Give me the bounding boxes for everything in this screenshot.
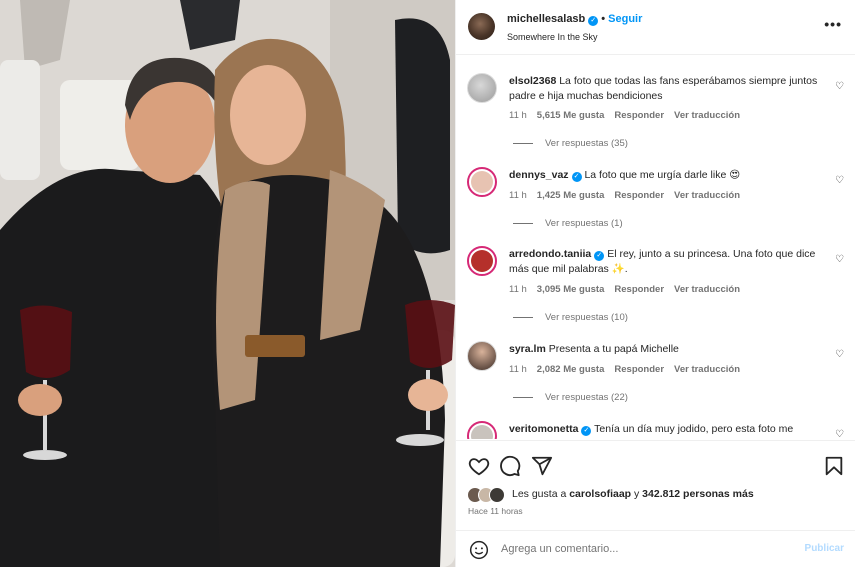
comment-meta: 11 h 2,082 Me gusta Responder Ver traducció… (509, 364, 750, 375)
comment-time: 11 h (509, 284, 527, 295)
replies-label: Ver respuestas (10) (545, 312, 628, 323)
like-heart-icon[interactable]: ♡ (835, 254, 844, 265)
comment-avatar[interactable] (467, 246, 497, 276)
translate-button[interactable]: Ver traducción (674, 364, 740, 375)
comment-username[interactable]: elsol2368 (509, 75, 556, 87)
comment-text: Presenta a tu papá Michelle (548, 343, 679, 355)
avatar[interactable] (468, 13, 495, 40)
reply-button[interactable]: Responder (614, 364, 664, 375)
reply-button[interactable]: Responder (614, 284, 664, 295)
comment-icon[interactable] (499, 455, 521, 477)
post-photo-illustration (0, 0, 455, 567)
view-replies-button[interactable]: Ver respuestas (1) (513, 218, 623, 229)
replies-line (513, 316, 533, 318)
view-replies-button[interactable]: Ver respuestas (22) (513, 392, 628, 403)
follow-button[interactable]: Seguir (608, 13, 642, 25)
likes-middle: y (631, 488, 643, 500)
comment-text: La foto que todas las fans esperábamos s… (509, 75, 818, 102)
comment-meta: 11 h 3,095 Me gusta Responder Ver traducció… (509, 284, 750, 295)
like-heart-icon[interactable]: ♡ (835, 429, 844, 439)
translate-button[interactable]: Ver traducción (674, 284, 740, 295)
replies-label: Ver respuestas (35) (545, 138, 628, 149)
verified-icon: ✓ (581, 426, 592, 436)
comment-likes[interactable]: 3,095 Me gusta (537, 284, 605, 295)
replies-label: Ver respuestas (1) (545, 218, 623, 229)
likes-summary[interactable]: Les gusta a carolsofiaap y 342.812 perso… (512, 488, 754, 500)
comment-body: dennys_vaz ✓ La foto que me urgía darle l… (509, 168, 829, 183)
likes-user[interactable]: carolsofiaap (569, 488, 631, 500)
post-header: michellesalasb ✓ • Seguir Somewhere In the … (456, 0, 855, 55)
more-options-icon[interactable]: ••• (824, 16, 842, 32)
post-photo[interactable] (0, 0, 455, 567)
comment-text: La foto que me urgía darle like 😍 (584, 169, 741, 181)
comment-body: syra.lm Presenta a tu papá Michelle (509, 342, 829, 357)
separator-dot: • (601, 13, 606, 25)
post-actions: Les gusta a carolsofiaap y 342.812 perso… (456, 440, 855, 536)
comment-time: 11 h (509, 110, 527, 121)
comment-avatar[interactable] (467, 421, 497, 439)
comments-list[interactable]: elsol2368 La foto que todas las fans esp… (456, 56, 855, 439)
replies-line (513, 142, 533, 144)
comment-body: veritomonetta ✓ Tenía un día muy jodido, … (509, 422, 829, 437)
comment-body: arredondo.taniia ✓ El rey, junto a su pri… (509, 247, 829, 277)
comment-time: 11 h (509, 190, 527, 201)
translate-button[interactable]: Ver traducción (674, 190, 740, 201)
emoji-icon[interactable] (469, 540, 489, 560)
avatar (489, 487, 505, 503)
comment-likes[interactable]: 1,425 Me gusta (537, 190, 605, 201)
comment-avatar[interactable] (467, 167, 497, 197)
comment-likes[interactable]: 5,615 Me gusta (537, 110, 605, 121)
publish-button[interactable]: Publicar (805, 543, 844, 554)
translate-button[interactable]: Ver traducción (674, 110, 740, 121)
comment-username[interactable]: syra.lm (509, 343, 546, 355)
comment-username[interactable]: dennys_vaz (509, 169, 569, 181)
likes-prefix: Les gusta a (512, 488, 570, 500)
add-comment-bar: Publicar (456, 530, 855, 567)
comment-body: elsol2368 La foto que todas las fans esp… (509, 74, 829, 104)
comment-avatar[interactable] (467, 73, 497, 103)
like-heart-icon[interactable]: ♡ (835, 349, 844, 360)
reply-button[interactable]: Responder (614, 190, 664, 201)
view-replies-button[interactable]: Ver respuestas (35) (513, 138, 628, 149)
post-location[interactable]: Somewhere In the Sky (507, 32, 598, 42)
share-icon[interactable] (531, 455, 553, 477)
comment-time: 11 h (509, 364, 527, 375)
verified-icon: ✓ (588, 16, 599, 26)
comment-meta: 11 h 1,425 Me gusta Responder Ver traducció… (509, 190, 750, 201)
post-timestamp: Hace 11 horas (468, 506, 523, 516)
comment-text: Tenía un día muy jodido, pero esta foto … (594, 423, 794, 435)
heart-icon[interactable] (468, 455, 490, 477)
likes-count[interactable]: 342.812 personas más (642, 488, 754, 500)
post-sidebar: michellesalasb ✓ • Seguir Somewhere In the … (455, 0, 855, 567)
bookmark-icon[interactable] (823, 455, 845, 477)
comment-meta: 11 h 5,615 Me gusta Responder Ver traducció… (509, 110, 750, 121)
replies-line (513, 396, 533, 398)
comment-username[interactable]: arredondo.taniia (509, 248, 591, 260)
comment-avatar[interactable] (467, 341, 497, 371)
like-heart-icon[interactable]: ♡ (835, 175, 844, 186)
post-author: michellesalasb ✓ • Seguir (507, 13, 642, 26)
comment-input[interactable] (501, 543, 781, 555)
reply-button[interactable]: Responder (614, 110, 664, 121)
like-heart-icon[interactable]: ♡ (835, 81, 844, 92)
verified-icon: ✓ (571, 172, 582, 182)
view-replies-button[interactable]: Ver respuestas (10) (513, 312, 628, 323)
comment-likes[interactable]: 2,082 Me gusta (537, 364, 605, 375)
replies-line (513, 222, 533, 224)
comment-username[interactable]: veritomonetta (509, 423, 578, 435)
replies-label: Ver respuestas (22) (545, 392, 628, 403)
verified-icon: ✓ (594, 251, 605, 261)
author-username[interactable]: michellesalasb (507, 13, 585, 25)
